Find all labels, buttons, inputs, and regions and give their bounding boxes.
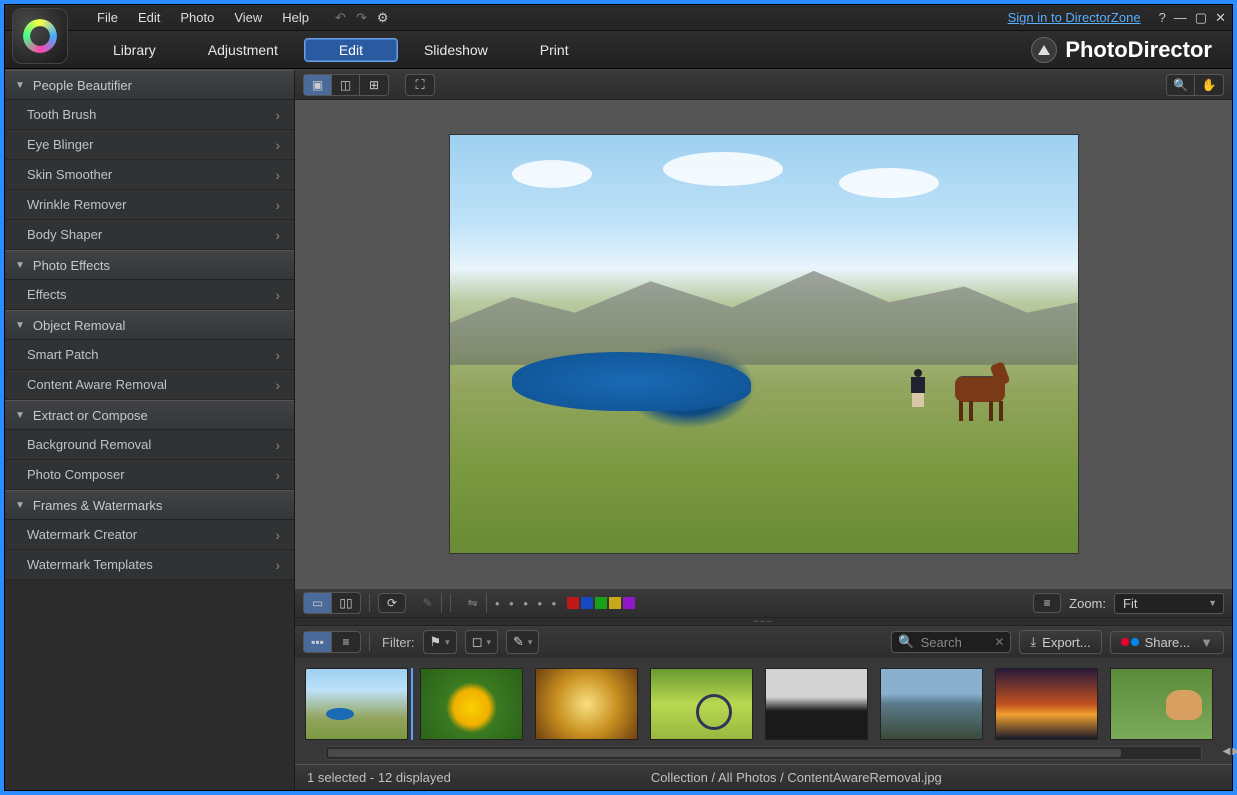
- color-labels[interactable]: [567, 597, 635, 609]
- filter-edited[interactable]: ✎▾: [506, 630, 539, 654]
- selection-status: 1 selected - 12 displayed: [307, 770, 451, 785]
- photo-preview: [449, 134, 1079, 554]
- tab-edit[interactable]: Edit: [304, 38, 398, 62]
- group-header[interactable]: ▼People Beautifier: [5, 70, 294, 100]
- tab-library[interactable]: Library: [87, 31, 182, 68]
- tools-sidebar: ▼People BeautifierTooth Brush›Eye Blinge…: [5, 70, 295, 790]
- color-swatch[interactable]: [623, 597, 635, 609]
- thumbnail[interactable]: [650, 668, 753, 740]
- tool-item[interactable]: Skin Smoother›: [5, 160, 294, 190]
- crop-icon[interactable]: ✎: [414, 593, 442, 613]
- flip-icon[interactable]: ⇋: [459, 593, 487, 613]
- menu-edit[interactable]: Edit: [128, 5, 170, 30]
- thumbnail[interactable]: [535, 668, 638, 740]
- group-header[interactable]: ▼Frames & Watermarks: [5, 490, 294, 520]
- menu-bar: File Edit Photo View Help ↶ ↷ ⚙ Sign in …: [5, 5, 1232, 31]
- tool-item[interactable]: Tooth Brush›: [5, 100, 294, 130]
- tool-item[interactable]: Photo Composer›: [5, 460, 294, 490]
- filter-label: Filter:: [382, 635, 415, 650]
- group-header[interactable]: ▼Object Removal: [5, 310, 294, 340]
- group-header[interactable]: ▼Extract or Compose: [5, 400, 294, 430]
- rotate-icon[interactable]: ⟳: [378, 593, 406, 613]
- app-window: File Edit Photo View Help ↶ ↷ ⚙ Sign in …: [4, 4, 1233, 791]
- thumbnail[interactable]: [880, 668, 983, 740]
- settings-icon[interactable]: ⚙: [377, 10, 389, 26]
- tab-adjustment[interactable]: Adjustment: [182, 31, 304, 68]
- scroll-left-icon[interactable]: ◀: [1223, 746, 1231, 757]
- tool-item[interactable]: Wrinkle Remover›: [5, 190, 294, 220]
- scroll-right-icon[interactable]: ▶: [1232, 746, 1237, 757]
- group-header[interactable]: ▼Photo Effects: [5, 250, 294, 280]
- tool-item[interactable]: Body Shaper›: [5, 220, 294, 250]
- breadcrumb: Collection / All Photos / ContentAwareRe…: [651, 770, 942, 785]
- filter-label-color[interactable]: ◻▾: [465, 630, 498, 654]
- hand-tool-icon[interactable]: ✋: [1195, 75, 1223, 95]
- tab-print[interactable]: Print: [514, 31, 595, 68]
- filter-flag[interactable]: ⚑▾: [423, 630, 457, 654]
- thumb-list-icon[interactable]: ≡: [332, 632, 360, 652]
- tool-item[interactable]: Content Aware Removal›: [5, 370, 294, 400]
- app-logo: [12, 8, 68, 64]
- color-swatch[interactable]: [595, 597, 607, 609]
- color-swatch[interactable]: [609, 597, 621, 609]
- menu-view[interactable]: View: [224, 5, 272, 30]
- tool-item[interactable]: Watermark Templates›: [5, 550, 294, 580]
- menu-help[interactable]: Help: [272, 5, 319, 30]
- zoom-tool-icon[interactable]: 🔍: [1167, 75, 1195, 95]
- zoom-label: Zoom:: [1069, 596, 1106, 611]
- upload-icon[interactable]: [1031, 37, 1057, 63]
- search-input[interactable]: 🔍 Search ✕: [891, 631, 1011, 653]
- search-icon: 🔍: [898, 634, 914, 650]
- dual-pane-icon[interactable]: ▯▯: [332, 593, 360, 613]
- minimize-icon[interactable]: —: [1174, 10, 1187, 25]
- clear-search-icon[interactable]: ✕: [994, 635, 1004, 649]
- color-swatch[interactable]: [567, 597, 579, 609]
- thumb-small-icon[interactable]: ▪▪▪: [304, 632, 332, 652]
- tool-item[interactable]: Background Removal›: [5, 430, 294, 460]
- brand: PhotoDirector: [1031, 37, 1232, 63]
- status-bar: 1 selected - 12 displayed Collection / A…: [295, 764, 1232, 790]
- brand-label: PhotoDirector: [1065, 37, 1212, 63]
- maximize-icon[interactable]: ▢: [1195, 10, 1207, 26]
- rating-dots[interactable]: • • • • •: [495, 596, 559, 611]
- zoom-select[interactable]: Fit: [1114, 593, 1224, 614]
- menu-file[interactable]: File: [87, 5, 128, 30]
- view-single-icon[interactable]: ▣: [304, 75, 332, 95]
- tab-slideshow[interactable]: Slideshow: [398, 31, 514, 68]
- view-compare-icon[interactable]: ◫: [332, 75, 360, 95]
- thumbnail[interactable]: [305, 668, 408, 740]
- filmstrip-scrollbar[interactable]: [325, 746, 1202, 760]
- filter-toolbar: ▪▪▪ ≡ Filter: ⚑▾ ◻▾ ✎▾ 🔍 Search ✕ ⤓ E: [295, 626, 1232, 658]
- canvas[interactable]: [295, 100, 1232, 588]
- help-icon[interactable]: ?: [1159, 10, 1166, 25]
- export-icon: ⤓: [1030, 634, 1036, 650]
- module-tabs: Library Adjustment Edit Slideshow Print …: [5, 31, 1232, 69]
- undo-icon[interactable]: ↶: [335, 10, 346, 26]
- color-swatch[interactable]: [581, 597, 593, 609]
- tool-item[interactable]: Watermark Creator›: [5, 520, 294, 550]
- close-icon[interactable]: ✕: [1215, 10, 1226, 26]
- share-button[interactable]: Share... ▼: [1110, 631, 1224, 654]
- compare-toolbar: ▭ ▯▯ ⟳ ✎ ⇋ • • • • • ≡ Zoom: Fit: [295, 588, 1232, 618]
- tool-item[interactable]: Effects›: [5, 280, 294, 310]
- signin-link[interactable]: Sign in to DirectorZone: [1008, 10, 1141, 25]
- thumbnail[interactable]: [1110, 668, 1213, 740]
- sort-icon[interactable]: ≡: [1033, 593, 1061, 613]
- export-button[interactable]: ⤓ Export...: [1019, 630, 1101, 654]
- splitter-handle[interactable]: ┄┄┄: [295, 618, 1232, 626]
- thumbnail[interactable]: [420, 668, 523, 740]
- main-panel: ▣ ◫ ⊞ ⛶ 🔍 ✋: [295, 70, 1232, 790]
- redo-icon[interactable]: ↷: [356, 10, 367, 26]
- tool-item[interactable]: Smart Patch›: [5, 340, 294, 370]
- filmstrip: ◀▶: [295, 658, 1232, 764]
- share-icon: [1121, 638, 1139, 646]
- fullscreen-icon[interactable]: ⛶: [405, 74, 435, 96]
- tool-item[interactable]: Eye Blinger›: [5, 130, 294, 160]
- thumbnail[interactable]: [765, 668, 868, 740]
- view-grid-icon[interactable]: ⊞: [360, 75, 388, 95]
- thumbnail[interactable]: [995, 668, 1098, 740]
- view-toolbar: ▣ ◫ ⊞ ⛶ 🔍 ✋: [295, 70, 1232, 100]
- menu-photo[interactable]: Photo: [170, 5, 224, 30]
- single-pane-icon[interactable]: ▭: [304, 593, 332, 613]
